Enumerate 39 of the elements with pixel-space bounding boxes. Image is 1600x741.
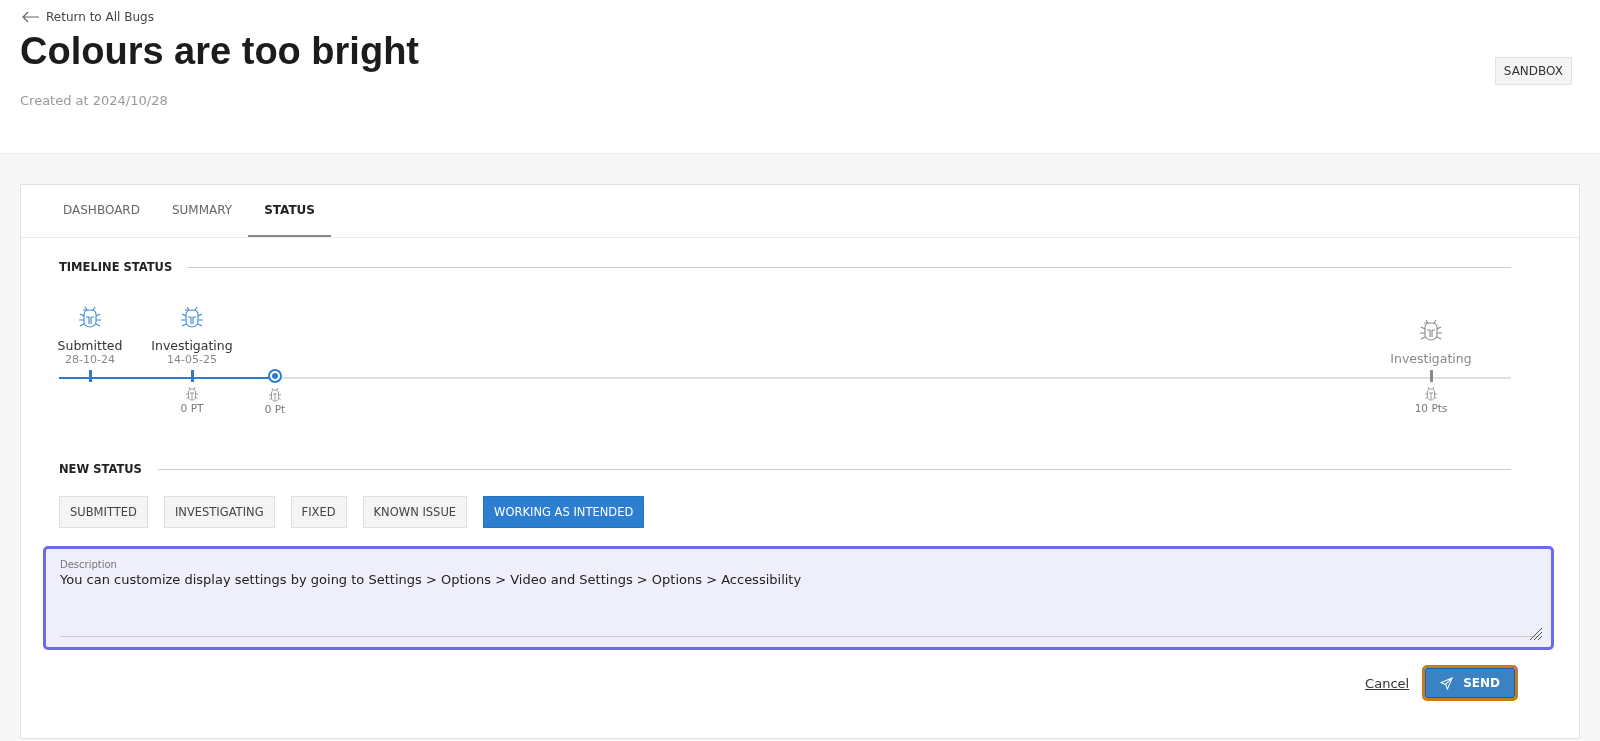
bug-icon bbox=[184, 386, 200, 402]
section-heading: NEW STATUS bbox=[59, 462, 142, 476]
status-option[interactable]: FIXED bbox=[290, 496, 347, 528]
send-button[interactable]: SEND bbox=[1425, 668, 1515, 698]
status-option[interactable]: KNOWN ISSUE bbox=[362, 496, 468, 528]
milestone-label: Investigating bbox=[1390, 351, 1472, 366]
points-label: 10 Pts bbox=[1414, 402, 1448, 414]
bug-icon bbox=[267, 387, 283, 403]
page-title: Colours are too bright bbox=[20, 30, 419, 73]
milestone-tick bbox=[190, 370, 194, 382]
bug-icon bbox=[179, 306, 205, 330]
status-option[interactable]: WORKING AS INTENDED bbox=[483, 496, 645, 528]
milestone-date: 28-10-24 bbox=[65, 353, 115, 366]
field-label: Description bbox=[60, 559, 118, 570]
milestone-label: Submitted bbox=[57, 338, 123, 353]
tab[interactable]: SUMMARY bbox=[155, 185, 249, 237]
milestone-label: Investigating bbox=[151, 338, 233, 353]
back-link[interactable]: Return to All Bugs bbox=[20, 10, 419, 24]
tab[interactable]: DASHBOARD bbox=[47, 185, 156, 237]
points-label: 0 PT bbox=[180, 402, 204, 414]
status-option[interactable]: INVESTIGATING bbox=[163, 496, 275, 528]
section-heading: TIMELINE STATUS bbox=[59, 260, 173, 274]
tab[interactable]: STATUS bbox=[248, 185, 331, 237]
current-marker bbox=[268, 369, 282, 383]
cancel-link[interactable]: Cancel bbox=[1365, 675, 1410, 691]
resize-handle-icon bbox=[1529, 627, 1543, 641]
points-label: 0 Pt bbox=[264, 403, 286, 415]
status-option[interactable]: SUBMITTED bbox=[59, 496, 148, 528]
send-icon bbox=[1440, 676, 1454, 690]
description-field[interactable]: Description You can customize display settings by going to Settings > Options > Video and Settings > Options > Accessibility bbox=[43, 546, 1554, 650]
milestone-tick bbox=[1429, 370, 1433, 382]
milestone-date: 14-05-25 bbox=[167, 353, 217, 366]
milestone-tick bbox=[88, 370, 92, 382]
bug-icon bbox=[1418, 319, 1444, 343]
created-date: Created at 2024/10/28 bbox=[20, 93, 169, 108]
arrow-left-icon bbox=[22, 11, 40, 23]
environment-badge: SANDBOX bbox=[1494, 57, 1572, 85]
bug-icon bbox=[1423, 386, 1439, 402]
bug-icon bbox=[77, 306, 103, 330]
